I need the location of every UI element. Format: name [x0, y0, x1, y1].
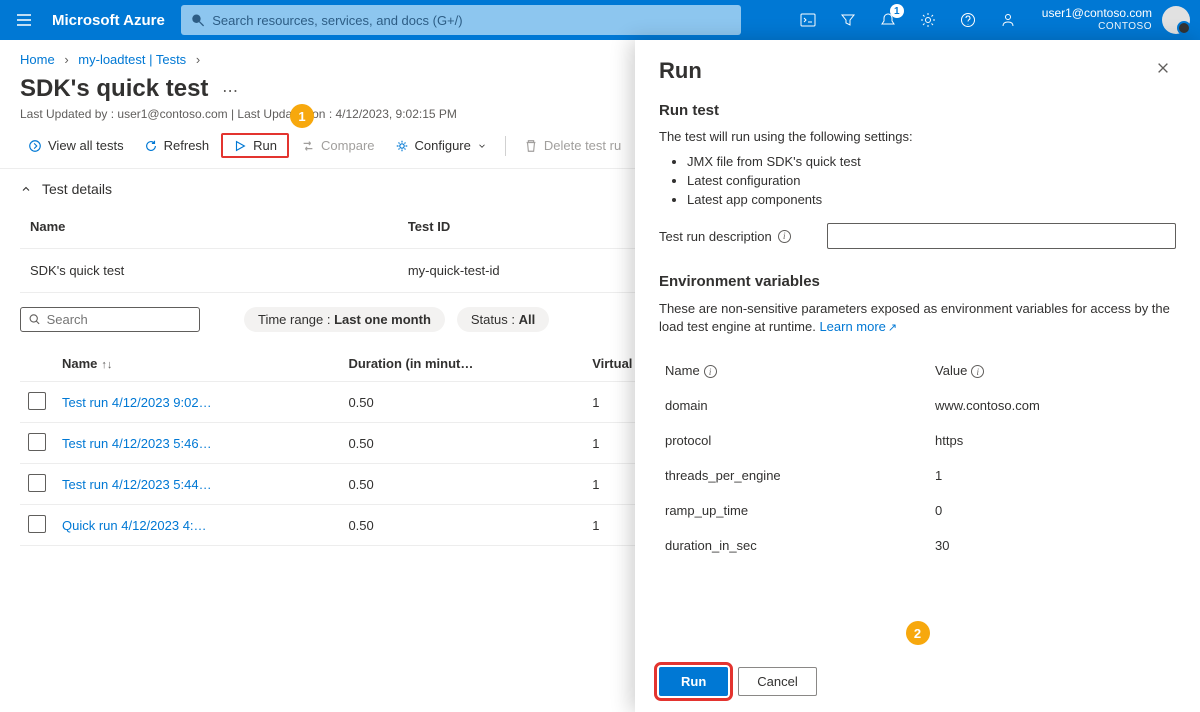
close-icon — [1156, 61, 1170, 75]
row-checkbox[interactable] — [28, 392, 46, 410]
time-range-filter[interactable]: Time range : Last one month — [244, 307, 445, 332]
callout-1: 1 — [290, 104, 314, 128]
compare-icon — [301, 139, 315, 153]
row-checkbox[interactable] — [28, 474, 46, 492]
avatar[interactable] — [1162, 6, 1190, 34]
configure-button[interactable]: Configure — [387, 134, 495, 157]
runs-col-name[interactable]: Name — [62, 356, 97, 371]
run-side-panel: Run Run test The test will run using the… — [635, 40, 1200, 712]
delete-test-run-button: Delete test ru — [516, 134, 629, 157]
run-name-link[interactable]: Test run 4/12/2023 9:02… — [62, 395, 212, 410]
user-email: user1@contoso.com — [1042, 7, 1152, 21]
refresh-button[interactable]: Refresh — [136, 134, 218, 157]
help-icon[interactable] — [948, 0, 988, 40]
env-variables-table: Namei Valuei domainwww.contoso.comprotoc… — [659, 353, 1176, 564]
notifications-icon[interactable]: 1 — [868, 0, 908, 40]
callout-2: 2 — [906, 621, 930, 645]
list-item: Latest app components — [687, 192, 1176, 207]
info-icon[interactable]: i — [971, 365, 984, 378]
run-settings-list: JMX file from SDK's quick test Latest con… — [659, 154, 1176, 207]
cloud-shell-icon[interactable] — [788, 0, 828, 40]
chevron-up-icon — [20, 183, 32, 195]
table-row: duration_in_sec30 — [659, 528, 1176, 563]
user-menu[interactable]: user1@contoso.com CONTOSO — [1028, 7, 1162, 32]
test-run-desc-label: Test run description i — [659, 229, 819, 244]
compare-button: Compare — [293, 134, 382, 157]
more-actions-icon[interactable]: ⋯ — [222, 81, 240, 101]
list-item: Latest configuration — [687, 173, 1176, 188]
brand-label[interactable]: Microsoft Azure — [48, 12, 181, 29]
runs-search-input[interactable] — [47, 312, 191, 327]
table-row: threads_per_engine1 — [659, 458, 1176, 493]
run-name-link[interactable]: Test run 4/12/2023 5:46… — [62, 436, 212, 451]
gear-icon — [395, 139, 409, 153]
search-icon — [191, 13, 204, 27]
runs-search[interactable] — [20, 307, 200, 332]
panel-cancel-button[interactable]: Cancel — [738, 667, 816, 696]
status-filter[interactable]: Status : All — [457, 307, 549, 332]
global-search-input[interactable] — [212, 13, 731, 28]
arrow-right-icon — [28, 139, 42, 153]
user-org: CONTOSO — [1042, 21, 1152, 33]
env-col-value: Valuei — [929, 353, 1176, 389]
trash-icon — [524, 139, 538, 153]
list-item: JMX file from SDK's quick test — [687, 154, 1176, 169]
table-row: ramp_up_time0 — [659, 493, 1176, 528]
close-panel-button[interactable] — [1156, 61, 1176, 81]
page-title: SDK's quick test — [20, 75, 208, 103]
learn-more-link[interactable]: Learn more↗ — [819, 319, 897, 334]
run-name-link[interactable]: Quick run 4/12/2023 4:… — [62, 518, 207, 533]
chevron-down-icon — [477, 139, 487, 153]
breadcrumb-home[interactable]: Home — [20, 52, 55, 67]
run-button[interactable]: Run — [221, 133, 289, 158]
table-row: domainwww.contoso.com — [659, 388, 1176, 423]
global-search[interactable] — [181, 5, 741, 35]
feedback-icon[interactable] — [988, 0, 1028, 40]
notification-badge: 1 — [890, 4, 904, 18]
runs-col-duration[interactable]: Duration (in minut… — [340, 346, 584, 382]
row-checkbox[interactable] — [28, 515, 46, 533]
table-row: protocolhttps — [659, 423, 1176, 458]
test-run-desc-input[interactable] — [827, 223, 1176, 249]
filter-icon[interactable] — [828, 0, 868, 40]
col-name: Name — [20, 205, 398, 249]
row-checkbox[interactable] — [28, 433, 46, 451]
panel-title: Run — [659, 58, 702, 84]
hamburger-menu[interactable] — [0, 12, 48, 28]
settings-icon[interactable] — [908, 0, 948, 40]
panel-run-button[interactable]: Run — [659, 667, 728, 696]
play-icon — [233, 139, 247, 153]
env-col-name: Namei — [659, 353, 929, 389]
info-icon[interactable]: i — [778, 230, 791, 243]
info-icon[interactable]: i — [704, 365, 717, 378]
search-icon — [29, 313, 41, 326]
env-heading: Environment variables — [659, 273, 1176, 290]
refresh-icon — [144, 139, 158, 153]
view-all-tests-button[interactable]: View all tests — [20, 134, 132, 157]
run-test-intro: The test will run using the following se… — [659, 129, 1176, 144]
breadcrumb-tests[interactable]: my-loadtest | Tests — [78, 52, 186, 67]
run-test-heading: Run test — [659, 102, 1176, 119]
env-intro: These are non-sensitive parameters expos… — [659, 300, 1176, 337]
run-name-link[interactable]: Test run 4/12/2023 5:44… — [62, 477, 212, 492]
sort-icon[interactable]: ↑↓ — [97, 359, 112, 371]
topbar: Microsoft Azure 1 user1@contoso.com CONT… — [0, 0, 1200, 40]
